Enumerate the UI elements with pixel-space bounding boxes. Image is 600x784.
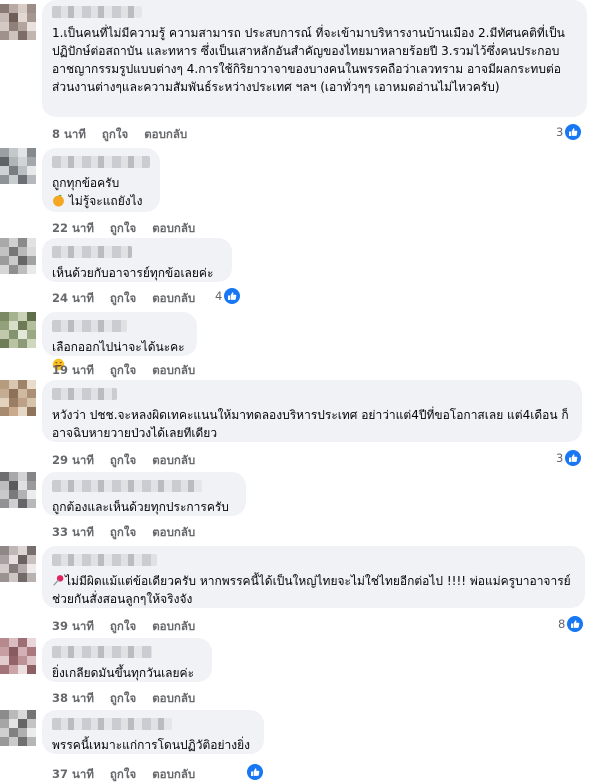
comment-time[interactable]: 29 นาที [52, 452, 94, 470]
comment-actions: 39 นาที ถูกใจ ตอบกลับ [52, 618, 195, 636]
comment-text-content: ไม่มีผิดแม้แต่ข้อเดียวครับ หากพรรคนี้ได้… [52, 574, 571, 606]
comment-bubble: เห็นด้วยกับอาจารย์ทุกข้อเลยค่ะ [42, 238, 232, 282]
comment-actions: 38 นาที ถูกใจ ตอบกลับ [52, 690, 195, 708]
like-button[interactable]: ถูกใจ [110, 524, 136, 542]
like-button[interactable]: ถูกใจ [110, 690, 136, 708]
comment-actions: 22 นาที ถูกใจ ตอบกลับ [52, 220, 195, 238]
like-button[interactable]: ถูกใจ [110, 618, 136, 636]
comment-bubble: เลือกออกไปน่าจะได้นะคะ [42, 312, 197, 371]
avatar[interactable] [0, 638, 36, 674]
comment-bubble: ถูกต้องและเห็นด้วยทุกประการครับ [42, 472, 246, 516]
like-button[interactable]: ถูกใจ [110, 290, 136, 308]
reply-button[interactable]: ตอบกลับ [152, 290, 195, 308]
comment-text-content: เลือกออกไปน่าจะได้นะคะ [52, 340, 185, 354]
like-reaction-icon [565, 450, 582, 466]
comment-text: ถูกต้องและเห็นด้วยทุกประการครับ [52, 500, 229, 514]
comment-time[interactable]: 39 นาที [52, 618, 94, 636]
comment-time[interactable]: 22 นาที [52, 220, 94, 238]
reply-button[interactable]: ตอบกลับ [144, 126, 187, 144]
commenter-name-blurred[interactable] [52, 718, 172, 730]
comment-text: เห็นด้วยกับอาจารย์ทุกข้อเลยค่ะ [52, 266, 214, 280]
comment-text: 1.เป็นคนที่ไม่มีความรู้ ความสามารถ ประสบ… [52, 26, 565, 94]
reaction-count[interactable]: 3 [556, 124, 582, 140]
like-count: 3 [556, 451, 564, 465]
like-button[interactable]: ถูกใจ [102, 126, 128, 144]
comment-text: ยิ่งเกลียดมันขึ้นทุกวันเลยค่ะ [52, 666, 195, 680]
comment-text-2: ไม่รู้จะแถยังไง [68, 194, 143, 208]
comment-actions: 24 นาที ถูกใจ ตอบกลับ [52, 290, 195, 308]
comment-bubble: 1.เป็นคนที่ไม่มีความรู้ ความสามารถ ประสบ… [42, 0, 587, 117]
comment-actions: 37 นาที ถูกใจ ตอบกลับ [52, 766, 195, 784]
like-count: 4 [215, 289, 223, 303]
reply-button[interactable]: ตอบกลับ [152, 524, 195, 542]
like-count: 8 [558, 617, 566, 631]
comment-time[interactable]: 33 นาที [52, 524, 94, 542]
comment-time[interactable]: 8 นาที [52, 126, 86, 144]
like-button[interactable]: ถูกใจ [110, 766, 136, 784]
reaction-count[interactable]: 4 [215, 288, 241, 304]
avatar[interactable] [0, 472, 36, 508]
avatar[interactable] [0, 148, 36, 184]
like-reaction-icon [567, 616, 584, 632]
avatar[interactable] [0, 546, 36, 582]
orange-emoji-icon [52, 194, 65, 207]
reaction-count[interactable]: 3 [556, 450, 582, 466]
reply-button[interactable]: ตอบกลับ [152, 618, 195, 636]
like-button[interactable]: ถูกใจ [110, 220, 136, 238]
comment-text-line2: ไม่รู้จะแถยังไง [52, 192, 150, 210]
commenter-name-blurred[interactable] [52, 320, 127, 332]
comment-actions: 19 นาที ถูกใจ ตอบกลับ [52, 362, 195, 380]
avatar[interactable] [0, 238, 36, 274]
like-reaction-icon [565, 124, 582, 140]
comment-time[interactable]: 37 นาที [52, 766, 94, 784]
reply-button[interactable]: ตอบกลับ [152, 690, 195, 708]
avatar[interactable] [0, 380, 36, 416]
comment-text: หวังว่า ปชช.จะหลงผิดเทคะแนนให้มาทดลองบริ… [52, 408, 569, 440]
reply-button[interactable]: ตอบกลับ [152, 362, 195, 380]
reply-button[interactable]: ตอบกลับ [152, 452, 195, 470]
comment-time[interactable]: 38 นาที [52, 690, 94, 708]
commenter-name-blurred[interactable] [52, 6, 142, 18]
commenter-name-blurred[interactable] [52, 156, 150, 168]
commenter-name-blurred[interactable] [52, 246, 132, 258]
comment-time[interactable]: 24 นาที [52, 290, 94, 308]
commenter-name-blurred[interactable] [52, 646, 152, 658]
comment-bubble: ยิ่งเกลียดมันขึ้นทุกวันเลยค่ะ [42, 638, 212, 682]
commenter-name-blurred[interactable] [52, 480, 202, 492]
reply-button[interactable]: ตอบกลับ [152, 766, 195, 784]
comment-bubble: หวังว่า ปชช.จะหลงผิดเทคะแนนให้มาทดลองบริ… [42, 380, 582, 442]
comment-text: ไม่มีผิดแม้แต่ข้อเดียวครับ หากพรรคนี้ได้… [52, 572, 575, 608]
like-reaction-icon [224, 288, 241, 304]
avatar[interactable] [0, 312, 36, 348]
reaction-count[interactable]: 8 [558, 616, 584, 632]
pushpin-emoji-icon [52, 574, 65, 587]
comment-time[interactable]: 19 นาที [52, 362, 94, 380]
like-button[interactable]: ถูกใจ [110, 452, 136, 470]
comment-bubble: พรรคนี้เหมาะแก่การโดนปฏิวัติอย่างยิ่ง [42, 710, 264, 754]
comment-actions: 33 นาที ถูกใจ ตอบกลับ [52, 524, 195, 542]
commenter-name-blurred[interactable] [52, 554, 157, 566]
comment-text: พรรคนี้เหมาะแก่การโดนปฏิวัติอย่างยิ่ง [52, 738, 250, 752]
avatar[interactable] [0, 710, 36, 746]
commenter-name-blurred[interactable] [52, 388, 117, 400]
comment-text: ถูกทุกข้อครับ [52, 176, 120, 190]
comment-bubble: ถูกทุกข้อครับ ไม่รู้จะแถยังไง [42, 148, 160, 212]
like-count: 3 [556, 125, 564, 139]
comment-bubble: ไม่มีผิดแม้แต่ข้อเดียวครับ หากพรรคนี้ได้… [42, 546, 585, 608]
like-button[interactable]: ถูกใจ [110, 362, 136, 380]
avatar[interactable] [0, 4, 36, 40]
comment-actions: 8 นาที ถูกใจ ตอบกลับ [52, 126, 187, 144]
reply-button[interactable]: ตอบกลับ [152, 220, 195, 238]
comment-actions: 29 นาที ถูกใจ ตอบกลับ [52, 452, 195, 470]
